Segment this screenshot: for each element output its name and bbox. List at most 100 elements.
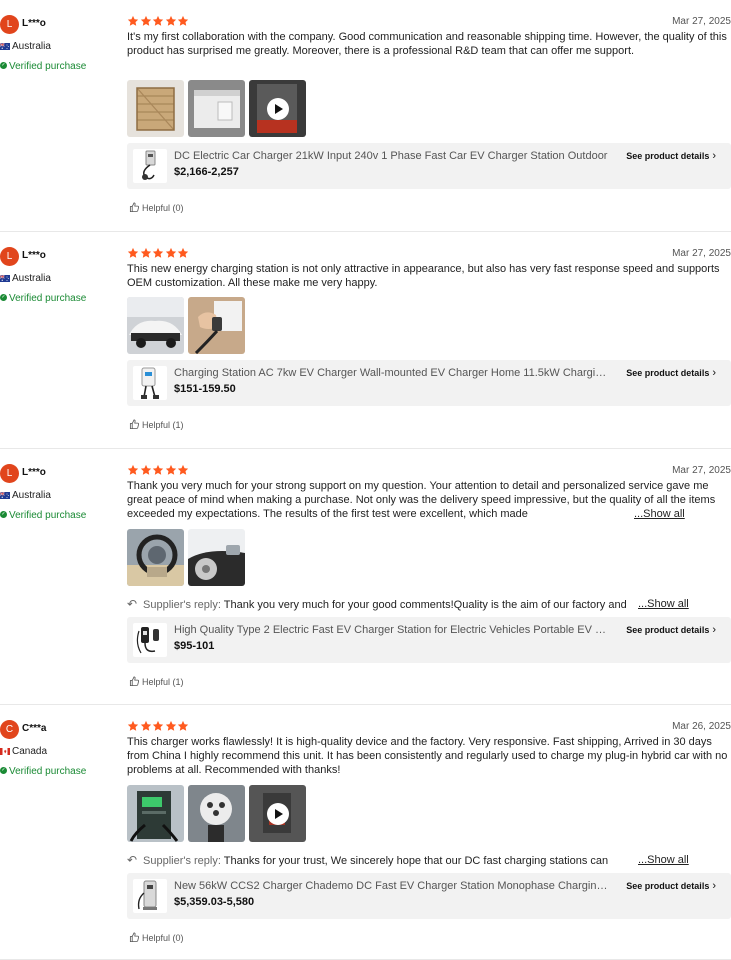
verified-badge: ✓ Verified purchase — [0, 766, 86, 777]
review-photo-thumbnail[interactable] — [188, 297, 245, 354]
see-product-details-link[interactable]: See product details › — [626, 150, 716, 162]
product-card[interactable]: DC Electric Car Charger 21kW Input 240v … — [127, 143, 731, 189]
australia-flag-icon — [0, 274, 10, 282]
reply-arrow-icon: ↶ — [127, 853, 138, 867]
product-title[interactable]: Charging Station AC 7kw EV Charger Wall-… — [174, 366, 610, 380]
helpful-count: Helpful (0) — [142, 203, 184, 213]
review-photo-thumbnail[interactable] — [188, 529, 245, 586]
supplier-reply-label: Supplier's reply: — [143, 855, 221, 867]
review-item: L L***o Australia ✓ Verified purchase Mar 27,… — [0, 449, 731, 705]
canada-flag-icon — [0, 747, 10, 755]
thumbs-up-icon — [129, 676, 142, 687]
supplier-reply-text: Thanks for your trust, We sincerely hope… — [223, 855, 609, 867]
helpful-count: Helpful (0) — [142, 933, 184, 943]
play-icon — [266, 802, 289, 825]
product-price: $2,166-2,257 — [174, 166, 239, 178]
star-rating — [127, 247, 190, 259]
thumbs-up-icon — [129, 419, 142, 430]
product-card[interactable]: New 56kW CCS2 Charger Chademo DC Fast EV… — [127, 873, 731, 919]
review-date: Mar 26, 2025 — [672, 721, 731, 732]
chevron-right-icon: › — [712, 150, 716, 162]
helpful-count: Helpful (1) — [142, 677, 184, 687]
reply-show-all-link[interactable]: ...Show all — [638, 853, 689, 867]
reply-show-all-link[interactable]: ...Show all — [638, 597, 689, 611]
product-title[interactable]: New 56kW CCS2 Charger Chademo DC Fast EV… — [174, 879, 610, 893]
review-photo-thumbnail[interactable] — [127, 297, 184, 354]
review-item: C C***a Canada ✓ Verified purchase Mar 26, 20… — [0, 705, 731, 960]
product-card[interactable]: Charging Station AC 7kw EV Charger Wall-… — [127, 360, 731, 406]
chevron-right-icon: › — [712, 880, 716, 892]
product-thumbnail[interactable] — [133, 879, 167, 913]
review-date: Mar 27, 2025 — [672, 248, 731, 259]
show-all-link[interactable]: ...Show all — [634, 507, 685, 521]
verified-label: Verified purchase — [9, 293, 87, 304]
review-date: Mar 27, 2025 — [672, 465, 731, 476]
review-photo-thumbnail[interactable] — [127, 529, 184, 586]
review-list: L L***o Australia ✓ Verified purchase Mar 27,… — [0, 0, 731, 960]
play-icon — [266, 97, 289, 120]
see-product-details-link[interactable]: See product details › — [626, 880, 716, 892]
review-photo-thumbnail[interactable] — [127, 80, 184, 137]
review-text: It's my first collaboration with the com… — [127, 31, 727, 57]
helpful-button[interactable]: Helpful (0) — [129, 202, 184, 213]
product-price: $5,359.03-5,580 — [174, 896, 255, 908]
product-price: $95-101 — [174, 640, 215, 652]
reviewer-country: Canada — [0, 746, 47, 757]
australia-flag-icon — [0, 42, 10, 50]
reply-arrow-icon: ↶ — [127, 597, 138, 611]
review-photo-thumbnail[interactable] — [188, 785, 245, 842]
reviewer-country: Australia — [0, 273, 51, 284]
verified-label: Verified purchase — [9, 766, 87, 777]
check-circle-icon: ✓ — [0, 510, 7, 518]
review-photo-thumbnail[interactable] — [127, 785, 184, 842]
review-text: This new energy charging station is not … — [127, 263, 720, 289]
star-rating — [127, 720, 190, 732]
product-card[interactable]: High Quality Type 2 Electric Fast EV Cha… — [127, 617, 731, 663]
thumbs-up-icon — [129, 932, 142, 943]
verified-label: Verified purchase — [9, 61, 87, 72]
supplier-reply: ↶ Supplier's reply: Thanks for your trust… — [127, 853, 731, 867]
avatar: C — [0, 720, 19, 739]
reviewer-country: Australia — [0, 41, 51, 52]
product-title[interactable]: DC Electric Car Charger 21kW Input 240v … — [174, 149, 610, 163]
product-thumbnail[interactable] — [133, 149, 167, 183]
chevron-right-icon: › — [712, 367, 716, 379]
avatar: L — [0, 247, 19, 266]
verified-badge: ✓ Verified purchase — [0, 510, 86, 521]
chevron-right-icon: › — [712, 624, 716, 636]
verified-label: Verified purchase — [9, 510, 87, 521]
check-circle-icon: ✓ — [0, 61, 7, 69]
review-item: L L***o Australia ✓ Verified purchase Mar 27,… — [0, 232, 731, 449]
review-text: This charger works flawlessly! It is hig… — [127, 736, 728, 776]
supplier-reply: ↶ Supplier's reply: Thank you very much f… — [127, 597, 731, 611]
check-circle-icon: ✓ — [0, 766, 7, 774]
see-product-details-link[interactable]: See product details › — [626, 367, 716, 379]
country-name: Australia — [12, 41, 51, 52]
review-photo-thumbnail[interactable] — [188, 80, 245, 137]
product-price: $151-159.50 — [174, 383, 236, 395]
product-title[interactable]: High Quality Type 2 Electric Fast EV Cha… — [174, 623, 610, 637]
verified-badge: ✓ Verified purchase — [0, 293, 86, 304]
review-video-thumbnail[interactable] — [249, 80, 306, 137]
verified-badge: ✓ Verified purchase — [0, 61, 86, 72]
supplier-reply-label: Supplier's reply: — [143, 599, 221, 611]
reviewer-name: C***a — [22, 723, 47, 734]
helpful-button[interactable]: Helpful (1) — [129, 419, 184, 430]
avatar: L — [0, 464, 19, 483]
reviewer-name: L***o — [22, 250, 46, 261]
reviewer-name: L***o — [22, 18, 46, 29]
reviewer-name: L***o — [22, 467, 46, 478]
check-circle-icon: ✓ — [0, 293, 7, 301]
review-video-thumbnail[interactable] — [249, 785, 306, 842]
review-date: Mar 27, 2025 — [672, 16, 731, 27]
star-rating — [127, 15, 190, 27]
helpful-button[interactable]: Helpful (1) — [129, 676, 184, 687]
helpful-count: Helpful (1) — [142, 420, 184, 430]
country-name: Australia — [12, 273, 51, 284]
see-product-details-link[interactable]: See product details › — [626, 624, 716, 636]
country-name: Australia — [12, 490, 51, 501]
helpful-button[interactable]: Helpful (0) — [129, 932, 184, 943]
thumbs-up-icon — [129, 202, 142, 213]
product-thumbnail[interactable] — [133, 366, 167, 400]
product-thumbnail[interactable] — [133, 623, 167, 657]
